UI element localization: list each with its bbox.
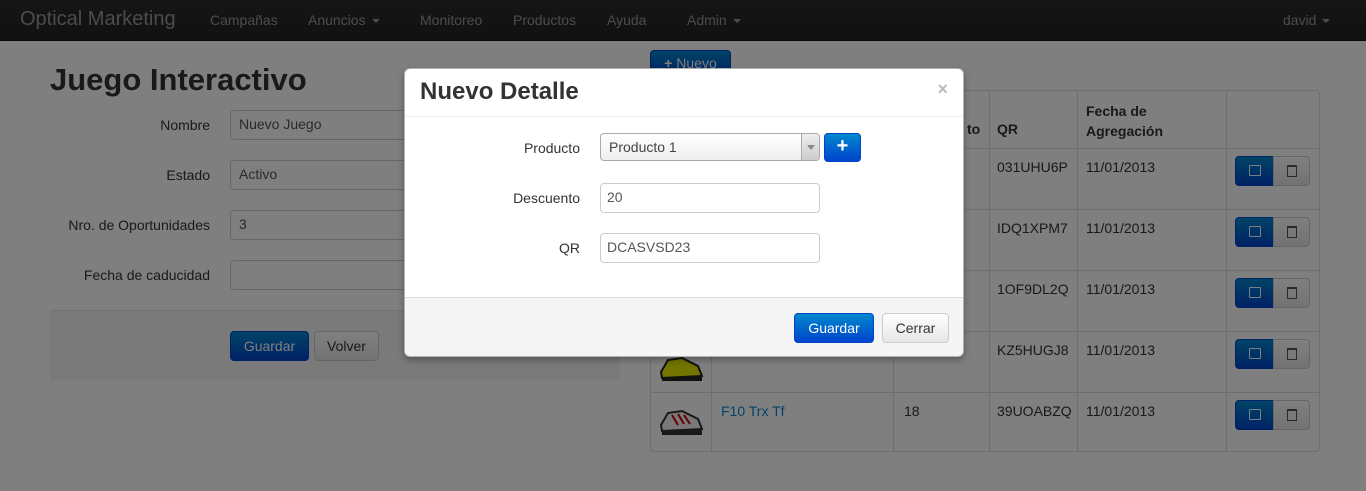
plus-icon: + [836, 135, 849, 157]
modal-close-button[interactable]: Cerrar [882, 313, 949, 343]
qr-field[interactable]: DCASVSD23 [600, 233, 820, 263]
modal-footer: Guardar Cerrar [405, 297, 963, 356]
modal-title: Nuevo Detalle [420, 78, 579, 105]
product-select-value: Producto 1 [609, 139, 677, 155]
modal-header: Nuevo Detalle × [405, 69, 963, 117]
add-product-button[interactable]: + [824, 133, 861, 162]
discount-label: Descuento [513, 190, 580, 206]
modal-save-button[interactable]: Guardar [794, 313, 874, 343]
product-label: Producto [523, 140, 580, 156]
qr-label: QR [559, 240, 580, 256]
discount-field[interactable]: 20 [600, 183, 820, 213]
new-detail-modal: Nuevo Detalle × Producto Producto 1 + De… [404, 68, 964, 357]
chevron-down-icon [801, 134, 819, 160]
product-select[interactable]: Producto 1 [600, 133, 820, 161]
close-icon[interactable]: × [937, 79, 948, 100]
